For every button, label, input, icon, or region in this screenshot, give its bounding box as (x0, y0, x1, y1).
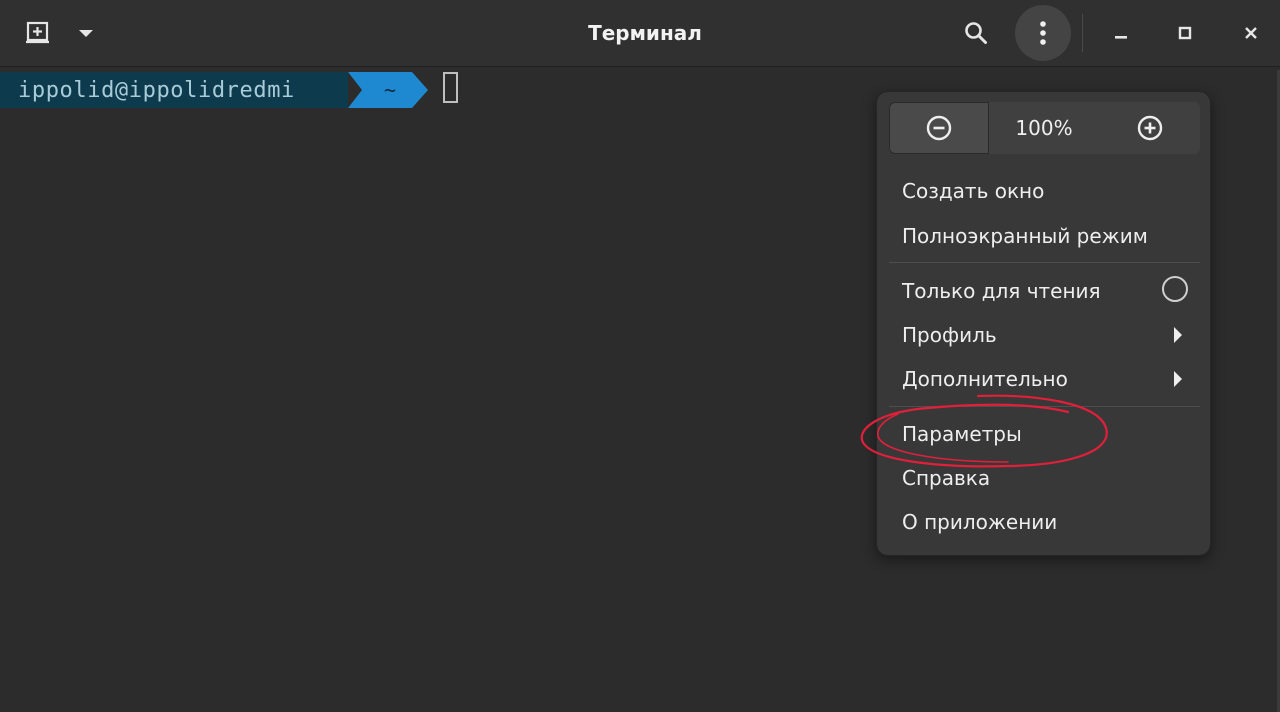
chevron-right-icon (1174, 327, 1182, 343)
menu-item-label: Параметры (902, 422, 1022, 446)
menu-item-advanced[interactable]: Дополнительно (889, 359, 1200, 399)
zoom-out-icon (926, 115, 952, 141)
menu-item-label: Полноэкранный режим (902, 224, 1148, 248)
terminal-window: Терминал ippolid@ippolidredmi ~ 100% Соз… (0, 0, 1280, 712)
menu-item-label: Профиль (902, 323, 997, 347)
menu-item-about[interactable]: О приложении (889, 502, 1200, 542)
header-bar: Терминал (0, 0, 1280, 67)
maximize-button[interactable] (1166, 14, 1204, 52)
menu-item-label: Создать окно (902, 179, 1045, 203)
menu-item-label: Справка (902, 466, 991, 490)
prompt-dir: ~ (383, 78, 397, 102)
main-menu-popover: 100% Создать окно Полноэкранный режим То… (876, 91, 1211, 556)
search-button[interactable] (955, 14, 997, 52)
window-title: Терминал (588, 21, 702, 45)
minimize-icon (1115, 36, 1127, 39)
new-tab-button[interactable] (18, 14, 58, 52)
close-button[interactable] (1232, 14, 1270, 52)
maximize-icon (1178, 26, 1192, 40)
zoom-level: 100% (1015, 116, 1073, 140)
zoom-controls: 100% (889, 102, 1200, 154)
menu-item-read-only[interactable]: Только для чтения (889, 271, 1200, 311)
menu-item-preferences[interactable]: Параметры (889, 414, 1200, 454)
shell-prompt: ippolid@ippolidredmi (0, 72, 348, 108)
menu-separator (889, 406, 1200, 407)
header-separator (1082, 14, 1083, 52)
menu-item-label: О приложении (902, 510, 1058, 534)
zoom-out-button[interactable] (889, 102, 989, 154)
menu-item-label: Дополнительно (902, 367, 1068, 391)
kebab-menu-icon (1040, 21, 1046, 45)
terminal-cursor (443, 72, 458, 103)
menu-item-help[interactable]: Справка (889, 458, 1200, 498)
prompt-user-host: ippolid@ippolidredmi (0, 72, 348, 108)
read-only-toggle[interactable] (1162, 276, 1188, 302)
main-menu-button[interactable] (1015, 5, 1071, 61)
chevron-right-icon (1174, 371, 1182, 387)
close-icon (1245, 27, 1257, 39)
menu-item-new-window[interactable]: Создать окно (889, 171, 1200, 211)
search-icon (965, 22, 987, 44)
new-tab-icon (26, 21, 49, 44)
zoom-in-icon (1137, 115, 1162, 141)
menu-item-fullscreen[interactable]: Полноэкранный режим (889, 216, 1200, 256)
tab-dropdown-button[interactable] (68, 14, 104, 52)
chevron-down-icon (79, 30, 93, 37)
menu-item-label: Только для чтения (902, 279, 1101, 303)
menu-item-profile[interactable]: Профиль (889, 315, 1200, 355)
zoom-in-button[interactable] (1099, 102, 1200, 154)
minimize-button[interactable] (1102, 14, 1140, 52)
menu-separator (889, 262, 1200, 263)
